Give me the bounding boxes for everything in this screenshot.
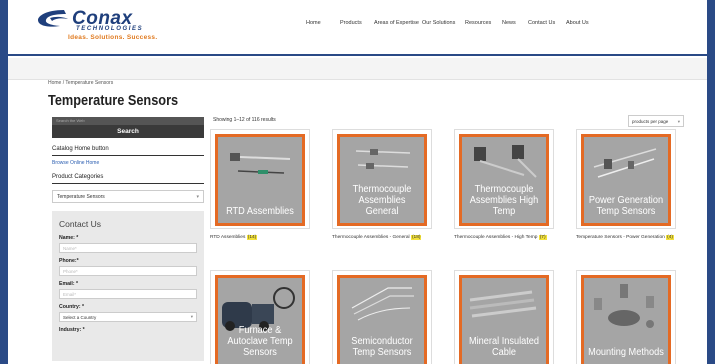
product-card: RTD Assemblies <box>210 129 310 229</box>
page: Conax TECHNOLOGIES Ideas. Solutions. Suc… <box>8 0 707 364</box>
sidebar: Search the Web Search Catalog Home butto… <box>52 117 204 361</box>
product-rtd-assemblies[interactable]: RTD Assemblies RTD Assemblies (14) <box>210 129 310 241</box>
nav-areas-of-expertise[interactable]: Areas of Expertise <box>374 20 419 26</box>
product-image: Semiconductor Temp Sensors <box>340 278 424 364</box>
email-label: Email: * <box>59 281 79 287</box>
product-furnace-autoclave[interactable]: Furnace & Autoclave Temp Sensors <box>210 270 310 364</box>
product-image: Thermocouple Assemblies High Temp <box>462 137 546 223</box>
contact-form: Contact Us Name: * Name* Phone:* Phone* … <box>52 211 204 361</box>
product-count-badge: (4) <box>666 235 675 240</box>
product-title: Power Generation Temp Sensors <box>588 195 664 217</box>
conax-swoosh-icon <box>38 10 68 27</box>
logo-subtitle: TECHNOLOGIES <box>76 26 144 32</box>
search-button[interactable]: Search <box>52 125 204 138</box>
product-title: Mounting Methods <box>588 347 664 358</box>
product-card: Mineral Insulated Cable <box>454 270 554 364</box>
product-image: Mineral Insulated Cable <box>462 278 546 364</box>
chevron-down-icon: ▾ <box>196 194 199 200</box>
name-field[interactable]: Name* <box>59 243 197 253</box>
results-count: Showing 1–12 of 116 results <box>213 117 276 123</box>
product-count-badge: (18) <box>410 235 422 240</box>
product-image: Power Generation Temp Sensors <box>584 137 668 223</box>
chevron-down-icon: ▾ <box>677 119 680 124</box>
page-title: Temperature Sensors <box>48 92 179 109</box>
product-power-generation[interactable]: Power Generation Temp Sensors Temperatur… <box>576 129 676 241</box>
product-card: Mounting Methods <box>576 270 676 364</box>
product-image: Furnace & Autoclave Temp Sensors <box>218 278 302 364</box>
nav-home[interactable]: Home <box>306 20 321 26</box>
phone-label: Phone:* <box>59 258 79 264</box>
product-title: Mineral Insulated Cable <box>468 336 540 358</box>
products-per-page-value: products per page <box>632 119 669 124</box>
nav-news[interactable]: News <box>502 20 516 26</box>
product-thermocouple-general[interactable]: Thermocouple Assemblies General Thermoco… <box>332 129 432 241</box>
nav-contact-us[interactable]: Contact Us <box>528 20 555 26</box>
nav-about-us[interactable]: About Us <box>566 20 589 26</box>
product-image: Mounting Methods <box>584 278 668 364</box>
catalog-heading: Catalog Home button <box>52 146 204 156</box>
product-title: Thermocouple Assemblies High Temp <box>469 184 539 217</box>
product-card: Power Generation Temp Sensors <box>576 129 676 229</box>
chevron-down-icon: ▾ <box>190 314 193 319</box>
product-title: Furnace & Autoclave Temp Sensors <box>227 325 293 358</box>
browse-online-home-link[interactable]: Browse Online Home <box>52 160 204 166</box>
nav-products[interactable]: Products <box>340 20 362 26</box>
product-title: RTD Assemblies <box>226 206 294 217</box>
product-image: RTD Assemblies <box>218 137 302 223</box>
product-thermocouple-high-temp[interactable]: Thermocouple Assemblies High Temp Thermo… <box>454 129 554 241</box>
product-card: Thermocouple Assemblies General <box>332 129 432 229</box>
products-per-page-select[interactable]: products per page ▾ <box>628 115 684 127</box>
product-card: Semiconductor Temp Sensors <box>332 270 432 364</box>
header-band <box>8 58 707 80</box>
product-caption: RTD Assemblies (14) <box>210 235 258 240</box>
nav-our-solutions[interactable]: Our Solutions <box>422 20 455 26</box>
product-semiconductor[interactable]: Semiconductor Temp Sensors <box>332 270 432 364</box>
product-mounting-methods[interactable]: Mounting Methods <box>576 270 676 364</box>
country-select[interactable]: Select a Country ▾ <box>59 312 197 322</box>
industry-label: Industry: * <box>59 327 85 333</box>
logo-tagline: Ideas. Solutions. Success. <box>68 34 158 41</box>
phone-field[interactable]: Phone* <box>59 266 197 276</box>
product-caption: Thermocouple Assemblies - General (18) <box>332 235 422 240</box>
category-select[interactable]: Temperature Sensors ▾ <box>52 190 204 203</box>
breadcrumb[interactable]: Home / Temperature Sensors <box>48 80 113 86</box>
product-count-badge: (14) <box>246 235 258 240</box>
product-title: Thermocouple Assemblies General <box>352 184 412 217</box>
product-count-badge: (7) <box>538 235 547 240</box>
email-field[interactable]: Email* <box>59 289 197 299</box>
product-caption: Thermocouple Assemblies - High Temp (7) <box>454 235 547 240</box>
conax-logo[interactable]: Conax TECHNOLOGIES Ideas. Solutions. Suc… <box>36 8 176 46</box>
country-label: Country: * <box>59 304 85 310</box>
product-caption: Temperature Sensors - Power Generation (… <box>576 235 675 240</box>
category-select-value: Temperature Sensors <box>57 194 105 200</box>
name-label: Name: * <box>59 235 79 241</box>
search-input[interactable]: Search the Web <box>52 117 204 125</box>
product-categories-heading: Product Categories <box>52 174 204 184</box>
site-header: Conax TECHNOLOGIES Ideas. Solutions. Suc… <box>8 0 707 56</box>
product-title: Semiconductor Temp Sensors <box>351 336 413 358</box>
country-select-value: Select a Country <box>63 315 97 320</box>
product-mineral-insulated-cable[interactable]: Mineral Insulated Cable <box>454 270 554 364</box>
product-card: Furnace & Autoclave Temp Sensors <box>210 270 310 364</box>
product-image: Thermocouple Assemblies General <box>340 137 424 223</box>
nav-resources[interactable]: Resources <box>465 20 491 26</box>
contact-title: Contact Us <box>59 219 102 229</box>
product-card: Thermocouple Assemblies High Temp <box>454 129 554 229</box>
